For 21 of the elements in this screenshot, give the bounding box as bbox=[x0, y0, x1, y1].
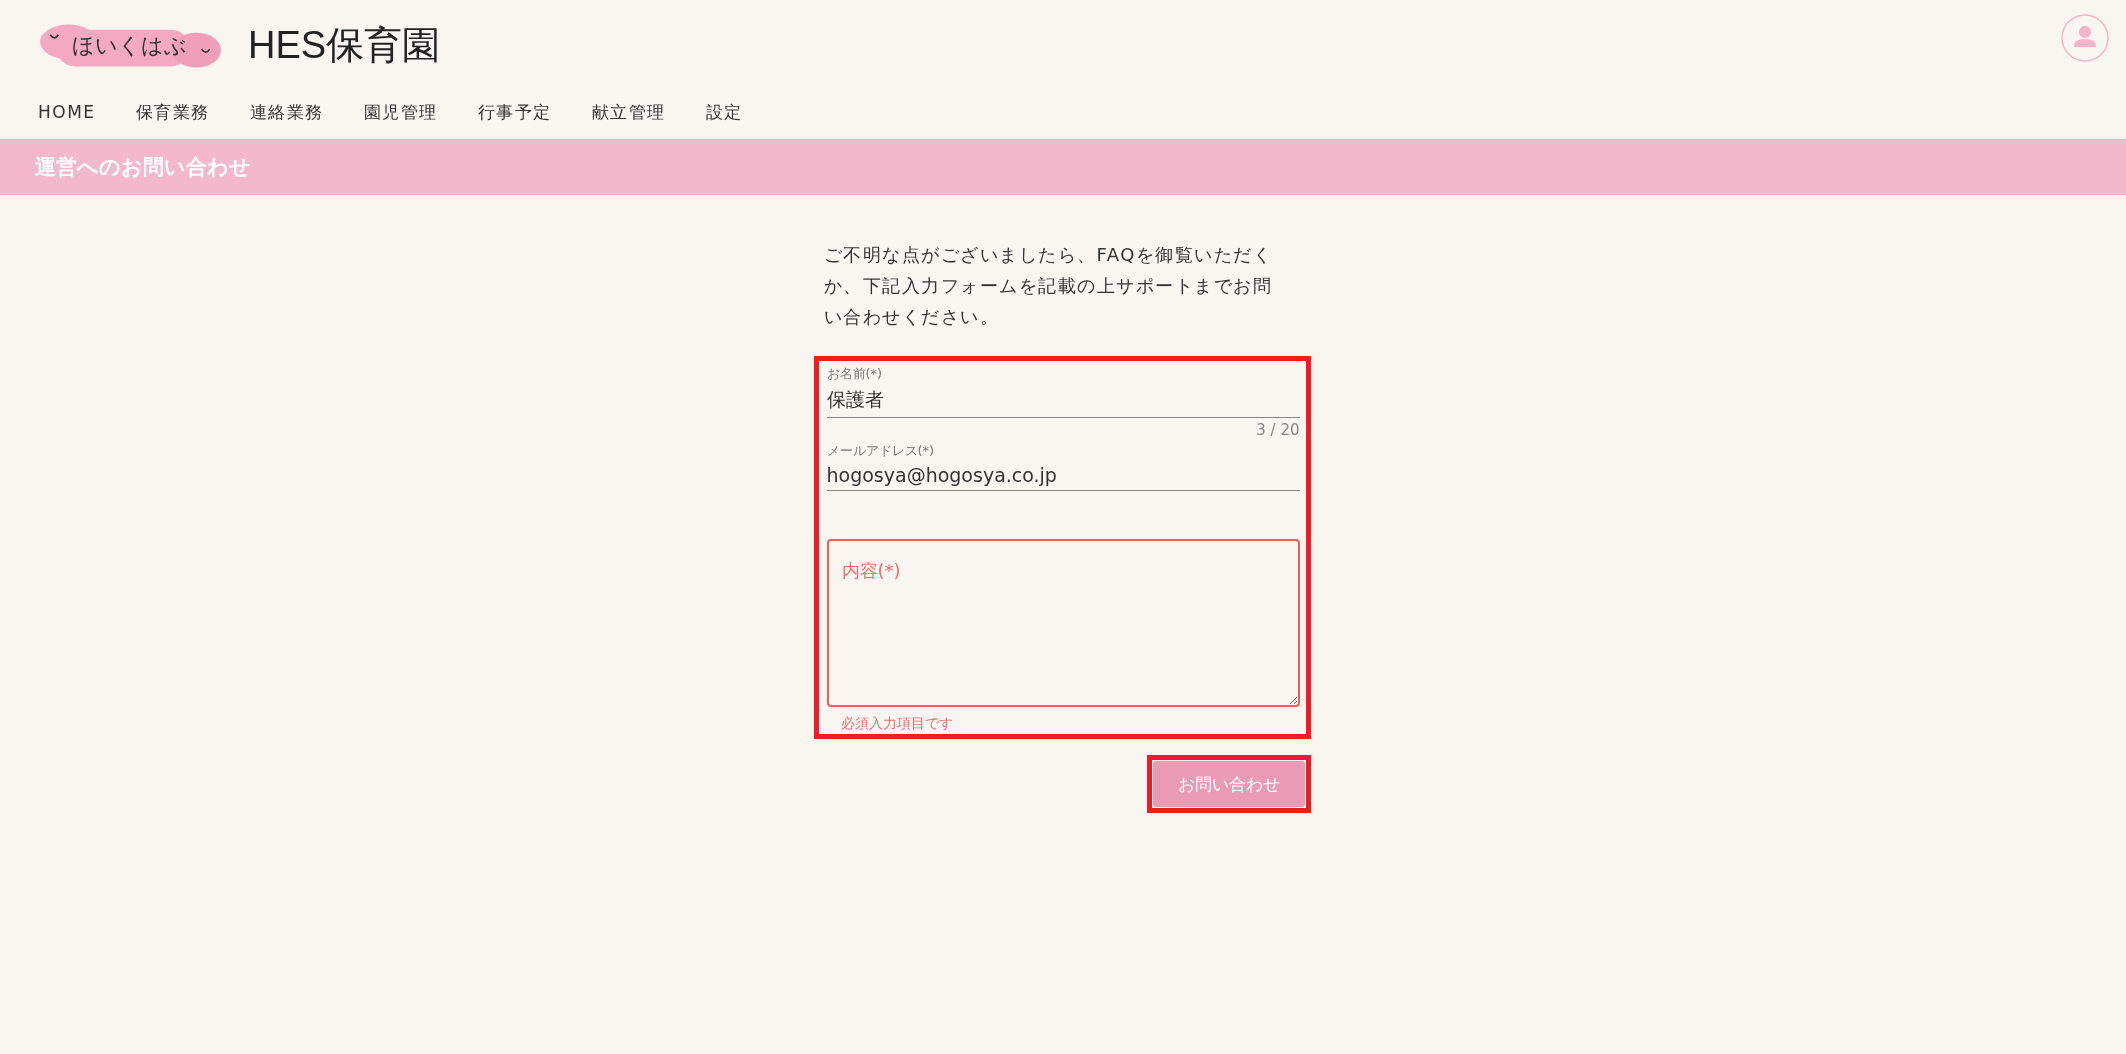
nav-link[interactable]: 連絡業務 bbox=[249, 100, 324, 139]
nav-link[interactable]: 園児管理 bbox=[363, 100, 438, 139]
nav-link[interactable]: 行事予定 bbox=[477, 100, 552, 139]
logo-text: ほいくはぶ bbox=[72, 32, 187, 60]
nav-link[interactable]: HOME bbox=[38, 100, 96, 139]
field-label: メールアドレス(*) bbox=[826, 442, 936, 460]
intro-text: ご不明な点がございましたら、FAQを御覧いただくか、下記入力フォームを記載の上サポートまでお問い合わせください。 bbox=[823, 243, 1274, 329]
site-title: HES保育園 bbox=[248, 22, 441, 68]
text-field[interactable]: お名前(*) 保護者 bbox=[826, 365, 1300, 418]
nav-link[interactable]: 保育業務 bbox=[135, 100, 210, 139]
field-value: 保護者 bbox=[826, 387, 885, 412]
character-counter: 3 / 20 bbox=[1256, 421, 1300, 439]
field-label: お名前(*) bbox=[826, 365, 884, 383]
nav-link[interactable]: 設定 bbox=[705, 100, 743, 139]
text-field[interactable]: メールアドレス(*) hogosya@hogosya.co.jp bbox=[826, 442, 1300, 491]
nav-link[interactable]: 献立管理 bbox=[591, 100, 666, 139]
field-value: hogosya@hogosya.co.jp bbox=[826, 464, 1058, 486]
message-field[interactable]: 内容(*) bbox=[826, 539, 1300, 707]
page-title: 運営へのお問い合わせ bbox=[35, 154, 251, 181]
user-avatar-icon[interactable] bbox=[2060, 13, 2110, 63]
error-message: 必須入力項目です bbox=[839, 714, 954, 732]
